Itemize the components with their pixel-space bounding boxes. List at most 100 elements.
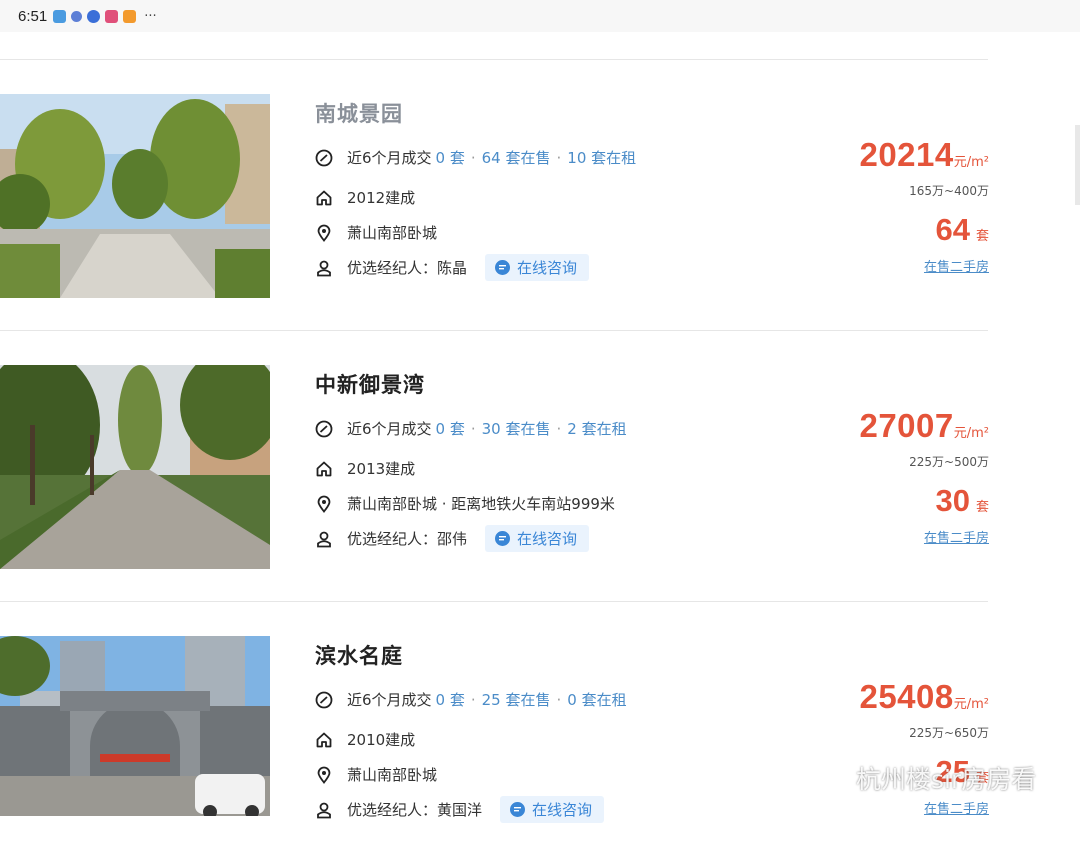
dot-separator: · (470, 148, 476, 167)
unit-price: 25408元/m² (859, 678, 989, 716)
more-notifications-icon: ··· (144, 8, 157, 24)
online-consult-button[interactable]: 在线咨询 (485, 525, 590, 552)
deals-row: 近6个月成交 0 套 · 64 套在售 · 10 套在租 (315, 147, 636, 168)
status-icons: ··· (53, 8, 157, 24)
deals-label: 近6个月成交 (347, 691, 432, 709)
agent-label: 优选经纪人： (347, 259, 438, 277)
listing-card[interactable]: 南城景园 近6个月成交 0 套 · 64 套在售 · 10 套在租 2012建成… (0, 94, 1000, 300)
house-icon (315, 460, 333, 478)
house-icon (315, 731, 333, 749)
dot-separator: · (556, 419, 562, 438)
deals-count: 0 套 (435, 420, 465, 438)
for-rent-count[interactable]: 0 套在租 (567, 689, 626, 710)
location-text: 萧山南部卧城 (347, 766, 438, 784)
listing-photo[interactable] (0, 365, 270, 569)
secondhand-link[interactable]: 在售二手房 (924, 527, 989, 546)
on-sale-count[interactable]: 30 套在售 (482, 418, 551, 439)
deals-count: 0 套 (435, 149, 465, 167)
location-row: 萧山南部卧城 (315, 764, 437, 785)
dot-separator: · (556, 690, 562, 709)
watermark: 杭州楼sir房房看 (808, 760, 1036, 796)
price-range: 225万~500万 (909, 455, 989, 469)
listing-title[interactable]: 中新御景湾 (315, 369, 425, 399)
agent-row: 优选经纪人： 陈晶 在线咨询 (315, 254, 590, 281)
history-clock-icon (315, 420, 333, 438)
listing-count: 64 套 (936, 212, 990, 248)
built-year: 2012建成 (347, 189, 416, 207)
price-unit: 元/m² (953, 155, 989, 170)
house-icon (315, 189, 333, 207)
location-text: 萧山南部卧城 (347, 224, 438, 242)
on-sale-count[interactable]: 25 套在售 (482, 689, 551, 710)
location-pin-icon (315, 495, 333, 513)
online-consult-button[interactable]: 在线咨询 (500, 796, 605, 823)
price-value: 25408 (859, 678, 954, 715)
status-time: 6:51 (18, 7, 48, 25)
secondhand-link[interactable]: 在售二手房 (924, 256, 989, 275)
count-unit: 套 (975, 500, 989, 515)
listing-card[interactable]: 滨水名庭 近6个月成交 0 套 · 25 套在售 · 0 套在租 2010建成 … (0, 636, 1000, 842)
person-icon (315, 530, 333, 548)
deals-count: 0 套 (435, 691, 465, 709)
person-icon (315, 259, 333, 277)
price-range: 225万~650万 (909, 726, 989, 740)
built-row: 2013建成 (315, 458, 415, 479)
for-rent-count[interactable]: 10 套在租 (567, 147, 636, 168)
watermark-text: 杭州楼sir房房看 (856, 765, 1037, 794)
dot-separator: · (470, 690, 476, 709)
count-value: 64 (935, 212, 970, 247)
dot-separator: · (470, 419, 476, 438)
price-range: 165万~400万 (909, 184, 989, 198)
listing-photo[interactable] (0, 94, 270, 298)
listing-card[interactable]: 中新御景湾 近6个月成交 0 套 · 30 套在售 · 2 套在租 2013建成… (0, 365, 1000, 571)
agent-label: 优选经纪人： (347, 801, 438, 819)
price-value: 20214 (859, 136, 954, 173)
location-text: 萧山南部卧城 · 距离地铁火车南站999米 (347, 495, 615, 513)
chat-bubble-icon (495, 260, 511, 275)
wechat-logo-icon (809, 764, 847, 791)
browser-app-icon (71, 10, 83, 22)
chat-bubble-icon (510, 802, 526, 817)
location-row: 萧山南部卧城 (315, 222, 437, 243)
deals-label: 近6个月成交 (347, 149, 432, 167)
history-clock-icon (315, 149, 333, 167)
agent-name: 邵伟 (437, 530, 468, 548)
location-row: 萧山南部卧城 · 距离地铁火车南站999米 (315, 493, 615, 514)
divider (0, 330, 988, 331)
agent-label: 优选经纪人： (347, 530, 438, 548)
built-row: 2012建成 (315, 187, 415, 208)
person-icon (315, 801, 333, 819)
price-unit: 元/m² (953, 426, 989, 441)
map-app-icon (87, 9, 101, 23)
divider (0, 601, 988, 602)
location-pin-icon (315, 766, 333, 784)
divider (0, 59, 988, 60)
listing-photo[interactable] (0, 636, 270, 816)
chat-app-icon (53, 9, 67, 23)
on-sale-count[interactable]: 64 套在售 (482, 147, 551, 168)
video-app-icon (123, 9, 137, 23)
unit-price: 27007元/m² (859, 407, 989, 445)
built-row: 2010建成 (315, 729, 415, 750)
agent-name: 黄国洋 (437, 801, 483, 819)
history-clock-icon (315, 691, 333, 709)
price-unit: 元/m² (953, 697, 989, 712)
listing-count: 30 套 (936, 483, 990, 519)
deals-row: 近6个月成交 0 套 · 25 套在售 · 0 套在租 (315, 689, 627, 710)
secondhand-link[interactable]: 在售二手房 (924, 798, 989, 817)
notes-app-icon (105, 9, 119, 23)
dot-separator: · (556, 148, 562, 167)
price-value: 27007 (859, 407, 954, 444)
listing-title[interactable]: 南城景园 (315, 98, 403, 128)
for-rent-count[interactable]: 2 套在租 (567, 418, 626, 439)
agent-row: 优选经纪人： 邵伟 在线咨询 (315, 525, 590, 552)
unit-price: 20214元/m² (859, 136, 989, 174)
built-year: 2013建成 (347, 460, 416, 478)
online-consult-button[interactable]: 在线咨询 (485, 254, 590, 281)
count-value: 30 (935, 483, 970, 518)
status-bar: 6:51 ··· (0, 0, 1080, 32)
listing-title[interactable]: 滨水名庭 (315, 640, 403, 670)
deals-row: 近6个月成交 0 套 · 30 套在售 · 2 套在租 (315, 418, 627, 439)
agent-name: 陈晶 (437, 259, 468, 277)
consult-label: 在线咨询 (532, 801, 593, 819)
